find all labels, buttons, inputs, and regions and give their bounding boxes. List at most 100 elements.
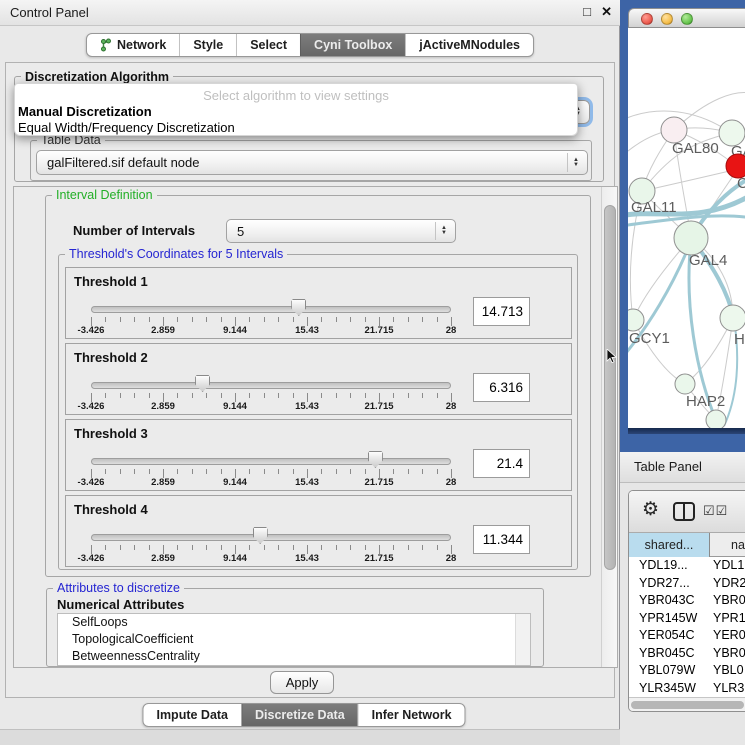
float-window-icon[interactable]: □ <box>583 4 591 19</box>
slider-thumb[interactable] <box>291 299 306 316</box>
mac-minimize-icon[interactable] <box>661 13 673 25</box>
gear-icon[interactable]: ⚙ <box>642 498 659 521</box>
apply-button[interactable]: Apply <box>270 671 334 694</box>
table-horizontal-scrollbar[interactable] <box>629 697 745 712</box>
threshold-value-field[interactable]: 14.713 <box>473 297 530 326</box>
tab-network[interactable]: Network <box>87 34 179 56</box>
cell-name: YDL1 <box>713 558 744 572</box>
threshold-label: Threshold 4 <box>74 502 148 517</box>
network-node[interactable] <box>706 410 726 428</box>
slider-track[interactable] <box>91 306 451 313</box>
tab-infer-network[interactable]: Infer Network <box>358 704 465 726</box>
bottom-strip <box>0 729 620 745</box>
attribute-item-topologicalcoefficient[interactable]: TopologicalCoefficient <box>58 631 530 648</box>
attributes-group: Attributes to discretize Numerical Attri… <box>46 588 544 667</box>
table-header-row: shared... na <box>629 533 745 557</box>
tab-style[interactable]: Style <box>179 34 236 56</box>
tab-label: Infer Network <box>372 708 452 722</box>
control-panel: Control Panel □ ✕ Network Style Select Cyni… <box>0 0 620 745</box>
tab-cyni-toolbox[interactable]: Cyni Toolbox <box>300 34 405 56</box>
cell-shared-name: YDR27... <box>639 576 690 590</box>
settings-vertical-scrollbar-thumb[interactable] <box>604 205 616 570</box>
attributes-scrollbar[interactable] <box>515 614 531 665</box>
algorithm-dropdown-popup: Select algorithm to view settings Manual… <box>14 83 578 136</box>
threshold-2-box: Threshold 2-3.4262.8599.14415.4321.71528… <box>65 343 572 415</box>
thresholds-group: Threshold's Coordinates for 5 Intervals … <box>58 254 578 570</box>
threshold-label: Threshold 2 <box>74 350 148 365</box>
tab-label: Style <box>193 38 223 52</box>
columns-icon[interactable] <box>673 502 695 521</box>
checkboxes-icon[interactable]: ☑☑ <box>703 503 728 519</box>
mac-close-icon[interactable] <box>641 13 653 25</box>
threshold-1-box: Threshold 1-3.4262.8599.14415.4321.71528… <box>65 267 572 339</box>
thresholds-legend: Threshold's Coordinates for 5 Intervals <box>65 247 287 261</box>
network-node-gal4[interactable] <box>674 221 708 255</box>
interval-definition-legend: Interval Definition <box>52 188 157 202</box>
cell-name: YPR1 <box>713 611 745 625</box>
cell-shared-name: YPR145W <box>639 611 697 625</box>
tab-impute-data[interactable]: Impute Data <box>143 704 241 726</box>
slider-thumb[interactable] <box>368 451 383 468</box>
network-node-hap2[interactable] <box>675 374 695 394</box>
tab-label: Network <box>117 38 166 52</box>
threshold-value-field[interactable]: 21.4 <box>473 449 530 478</box>
column-header-shared[interactable]: shared... <box>629 533 710 557</box>
table-row[interactable]: YBR045CYBR0 <box>629 645 745 663</box>
tab-label: Discretize Data <box>255 708 345 722</box>
network-node-gcy1[interactable] <box>628 309 644 331</box>
network-node-label: GAL4 <box>689 252 727 269</box>
table-data-combo[interactable]: galFiltered.sif default node ▲▼ <box>36 150 588 175</box>
cell-shared-name: YLR345W <box>639 681 696 695</box>
slider-tick-labels: -3.4262.8599.14415.4321.71528 <box>91 325 452 337</box>
slider-track[interactable] <box>91 534 451 541</box>
threshold-value-field[interactable]: 6.316 <box>473 373 530 402</box>
node-table-window: ⚙ ☑☑ shared... na YDL19...YDL1YDR27...YD… <box>628 490 745 712</box>
table-data-combo-value: galFiltered.sif default node <box>47 155 199 170</box>
network-node-label: HAP2 <box>686 393 725 410</box>
slider-thumb[interactable] <box>195 375 210 392</box>
table-row[interactable]: YLR345WYLR3 <box>629 680 745 698</box>
tab-label: Impute Data <box>156 708 228 722</box>
table-row[interactable]: YER054CYER0 <box>629 627 745 645</box>
table-row[interactable]: YBL079WYBL0 <box>629 662 745 680</box>
threshold-3-box: Threshold 3-3.4262.8599.14415.4321.71528… <box>65 419 572 491</box>
application-window: Control Panel □ ✕ Network Style Select Cyni… <box>0 0 745 745</box>
mac-zoom-icon[interactable] <box>681 13 693 25</box>
popup-option-equal-width-frequency[interactable]: Equal Width/Frequency Discretization <box>18 120 235 135</box>
cell-name: YDR2 <box>713 576 745 590</box>
number-of-intervals-combo[interactable]: 5 ▲▼ <box>226 219 456 243</box>
tab-jactivemnodules[interactable]: jActiveMNodules <box>405 34 533 56</box>
attribute-item-selfloops[interactable]: SelfLoops <box>58 614 530 631</box>
table-toolbar: ⚙ ☑☑ <box>629 491 745 533</box>
threshold-value-field[interactable]: 11.344 <box>473 525 530 554</box>
attribute-item-betweennesscentrality[interactable]: BetweennessCentrality <box>58 648 530 665</box>
interval-definition-group: Interval Definition Number of Intervals … <box>45 195 591 577</box>
numerical-attributes-list[interactable]: SelfLoopsTopologicalCoefficientBetweenne… <box>57 613 531 666</box>
cell-name: YBR0 <box>713 593 745 607</box>
network-node-label: GAL11 <box>631 199 677 216</box>
attributes-legend: Attributes to discretize <box>53 581 184 595</box>
table-row[interactable]: YBR043CYBR0 <box>629 592 745 610</box>
table-row[interactable]: YPR145W YPR1 <box>629 610 745 628</box>
combo-stepper-icon: ▲▼ <box>567 153 584 172</box>
network-icon <box>100 38 112 52</box>
tab-label: jActiveMNodules <box>419 38 520 52</box>
popup-option-manual-discretization[interactable]: Manual Discretization <box>18 104 152 119</box>
slider-track[interactable] <box>91 458 451 465</box>
table-horizontal-scrollbar-thumb[interactable] <box>631 701 744 709</box>
control-panel-titlebar: Control Panel □ ✕ <box>0 0 620 26</box>
network-canvas[interactable]: GAL80GACGAL11GAL4GCY1HHAP2 <box>628 28 745 428</box>
close-icon[interactable]: ✕ <box>601 4 612 20</box>
slider-track[interactable] <box>91 382 451 389</box>
column-header-name[interactable]: na <box>711 533 745 557</box>
network-window-titlebar[interactable] <box>628 8 745 28</box>
threshold-4-box: Threshold 4-3.4262.8599.14415.4321.71528… <box>65 495 572 567</box>
slider-thumb[interactable] <box>253 527 268 544</box>
table-row[interactable]: YDL19...YDL1 <box>629 557 745 575</box>
network-window-bottom-edge <box>628 428 745 434</box>
tab-label: Select <box>250 38 287 52</box>
tab-discretize-data[interactable]: Discretize Data <box>241 704 358 726</box>
network-node-h[interactable] <box>720 305 745 331</box>
tab-select[interactable]: Select <box>236 34 300 56</box>
table-row[interactable]: YDR27... YDR2 <box>629 575 745 593</box>
